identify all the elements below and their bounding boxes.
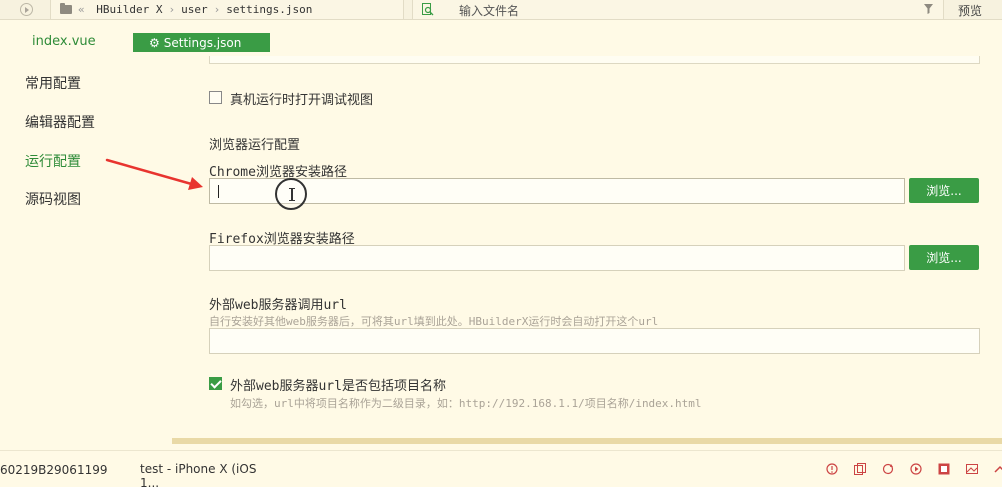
text-cursor-icon <box>289 188 295 201</box>
settings-content: 真机运行时打开调试视图 浏览器运行配置 Chrome浏览器安装路径 浏览... … <box>172 56 1002 439</box>
sidebar-item-common[interactable]: 常用配置 <box>25 73 81 93</box>
refresh-icon[interactable] <box>882 463 894 475</box>
console-divider[interactable] <box>172 438 1002 444</box>
search-file-icon <box>422 3 434 16</box>
debug-view-label: 真机运行时打开调试视图 <box>230 93 374 108</box>
gear-icon: ⚙ <box>149 35 160 50</box>
tab-index-vue[interactable]: index.vue <box>32 34 96 49</box>
folder-icon <box>60 3 72 14</box>
warning-icon[interactable] <box>826 463 838 475</box>
mouse-cursor-ring <box>275 178 307 210</box>
web-server-url-input[interactable] <box>209 328 980 354</box>
play-icon[interactable] <box>910 463 922 475</box>
chrome-path-input[interactable] <box>209 178 905 204</box>
breadcrumb-separator: › <box>168 3 176 16</box>
sidebar-item-editor[interactable]: 编辑器配置 <box>25 112 95 132</box>
firefox-path-input[interactable] <box>209 245 905 271</box>
copy-icon[interactable] <box>854 463 866 475</box>
include-project-checkbox[interactable] <box>209 377 222 390</box>
top-bar: « HBuilder X › user › settings.json 输入文件名 预览 <box>0 0 1002 20</box>
text-caret <box>218 185 219 198</box>
breadcrumb-prefix[interactable]: « <box>78 3 85 16</box>
console-bar: 60219B29061199 test - iPhone X (iOS 1... <box>0 450 1002 487</box>
stop-icon[interactable] <box>938 463 950 475</box>
breadcrumb-separator: › <box>213 3 221 16</box>
debug-view-checkbox[interactable] <box>209 91 222 104</box>
tab-settings-label: Settings.json <box>163 35 242 50</box>
run-icon[interactable] <box>20 3 33 16</box>
web-server-hint: 自行安装好其他web服务器后，可将其url填到此处。HBuilderX运行时会自… <box>209 315 659 328</box>
annotation-arrow <box>105 158 203 190</box>
search-placeholder: 输入文件名 <box>459 4 520 18</box>
settings-sidebar: 常用配置 编辑器配置 运行配置 源码视图 <box>0 56 172 439</box>
breadcrumb: « HBuilder X › user › settings.json <box>50 0 404 19</box>
device-id: 60219B29061199 <box>0 463 108 477</box>
breadcrumb-item-user[interactable]: user <box>181 3 208 16</box>
firefox-browse-button[interactable]: 浏览... <box>909 245 979 270</box>
chrome-browse-button[interactable]: 浏览... <box>909 178 979 203</box>
preview-button[interactable]: 预览 <box>958 2 982 19</box>
browser-section-title: 浏览器运行配置 <box>209 138 301 153</box>
file-search-input[interactable]: 输入文件名 <box>412 0 944 19</box>
sidebar-item-source[interactable]: 源码视图 <box>25 189 81 209</box>
device-tab[interactable]: test - iPhone X (iOS 1... <box>133 462 276 487</box>
include-project-label: 外部web服务器url是否包括项目名称 <box>230 379 446 394</box>
breadcrumb-item-hbuilder[interactable]: HBuilder X <box>96 3 162 16</box>
collapse-icon[interactable] <box>994 463 1002 475</box>
sidebar-item-run[interactable]: 运行配置 <box>25 151 81 171</box>
tab-settings-json[interactable]: ⚙ Settings.json <box>133 33 270 52</box>
web-server-label: 外部web服务器调用url <box>209 298 347 313</box>
include-project-hint: 如勾选，url中将项目名称作为二级目录，如：http://192.168.1.1… <box>230 397 702 410</box>
previous-field[interactable] <box>209 56 980 64</box>
breadcrumb-item-settings[interactable]: settings.json <box>226 3 312 16</box>
filter-icon[interactable] <box>924 4 933 14</box>
breadcrumb-path: « HBuilder X › user › settings.json <box>78 3 312 16</box>
image-icon[interactable] <box>966 463 978 475</box>
